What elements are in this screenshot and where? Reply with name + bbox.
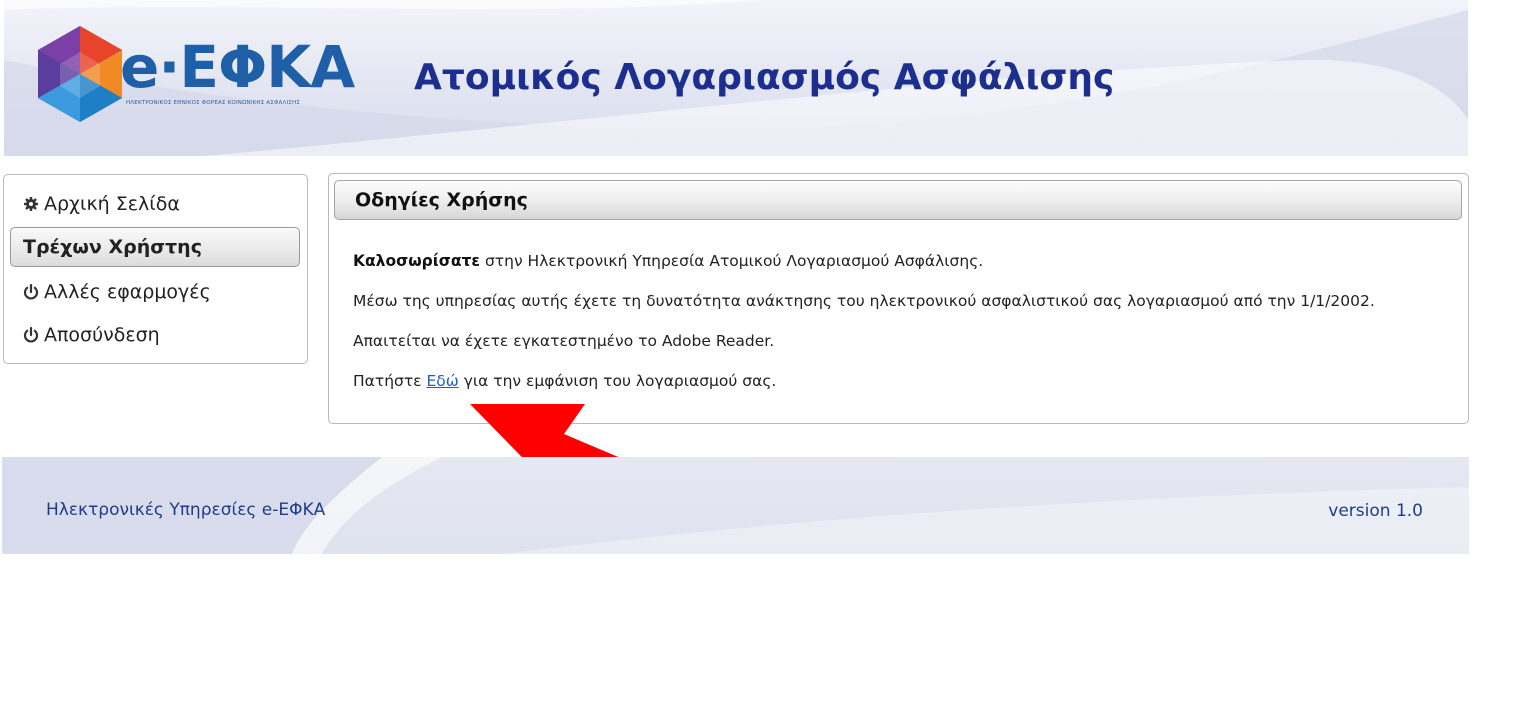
footer-services-label: Ηλεκτρονικές Υπηρεσίες e-ΕΦΚΑ: [46, 500, 326, 520]
instructions-panel: Οδηγίες Χρήσης Καλοσωρίσατε στην Ηλεκτρο…: [328, 173, 1469, 424]
sidebar-item-label: Αλλές εφαρμογές: [44, 281, 211, 303]
power-icon: [23, 283, 39, 300]
sidebar-menu: Αρχική Σελίδα Τρέχων Χρήστης Αλλές εφαρμ…: [3, 174, 308, 364]
logo-tagline: ΗΛΕΚΤΡΟΝΙΚΟΣ ΕΘΝΙΚΟΣ ΦΟΡΕΑΣ ΚΟΙΝΩΝΙΚΗΣ Α…: [126, 100, 300, 106]
gear-icon: [24, 197, 38, 211]
sidebar-item-label: Αρχική Σελίδα: [44, 193, 180, 215]
view-account-prefix: Πατήστε: [353, 372, 427, 390]
service-description: Μέσω της υπηρεσίας αυτής έχετε τη δυνατό…: [353, 292, 1375, 310]
welcome-rest: στην Ηλεκτρονική Υπηρεσία Ατομικού Λογαρ…: [480, 252, 984, 270]
adobe-requirement: Απαιτείται να έχετε εγκατεστημένο το Ado…: [353, 332, 775, 350]
efka-hexagon-logo-icon: [38, 26, 122, 122]
sidebar-item-current-user[interactable]: Τρέχων Χρήστης: [10, 227, 300, 267]
sidebar-item-home[interactable]: Αρχική Σελίδα: [10, 185, 298, 223]
sidebar-item-other-apps[interactable]: Αλλές εφαρμογές: [10, 273, 298, 311]
welcome-text: Καλοσωρίσατε στην Ηλεκτρονική Υπηρεσία Α…: [353, 252, 983, 270]
sidebar-item-label: Αποσύνδεση: [44, 324, 160, 346]
page-title: Ατομικός Λογαριασμός Ασφάλισης: [414, 57, 1115, 98]
footer-banner: Ηλεκτρονικές Υπηρεσίες e-ΕΦΚΑ version 1.…: [2, 457, 1469, 554]
sidebar-item-label: Τρέχων Χρήστης: [23, 236, 202, 258]
panel-heading: Οδηγίες Χρήσης: [334, 180, 1462, 220]
here-link[interactable]: Εδώ: [427, 372, 459, 390]
view-account-line: Πατήστε Εδώ για την εμφάνιση του λογαρια…: [353, 372, 776, 390]
header-banner: e·ΕΦΚΑ ΗΛΕΚΤΡΟΝΙΚΟΣ ΕΘΝΙΚΟΣ ΦΟΡΕΑΣ ΚΟΙΝΩ…: [4, 0, 1468, 156]
footer-version: version 1.0: [1328, 501, 1423, 521]
sidebar-item-logout[interactable]: Αποσύνδεση: [10, 316, 298, 354]
logo-wordmark: e·ΕΦΚΑ: [120, 33, 355, 101]
efka-logo[interactable]: e·ΕΦΚΑ ΗΛΕΚΤΡΟΝΙΚΟΣ ΕΘΝΙΚΟΣ ΦΟΡΕΑΣ ΚΟΙΝΩ…: [34, 24, 364, 124]
view-account-suffix: για την εμφάνιση του λογαριασμού σας.: [458, 372, 777, 390]
power-icon: [23, 326, 39, 343]
welcome-bold: Καλοσωρίσατε: [353, 252, 481, 270]
